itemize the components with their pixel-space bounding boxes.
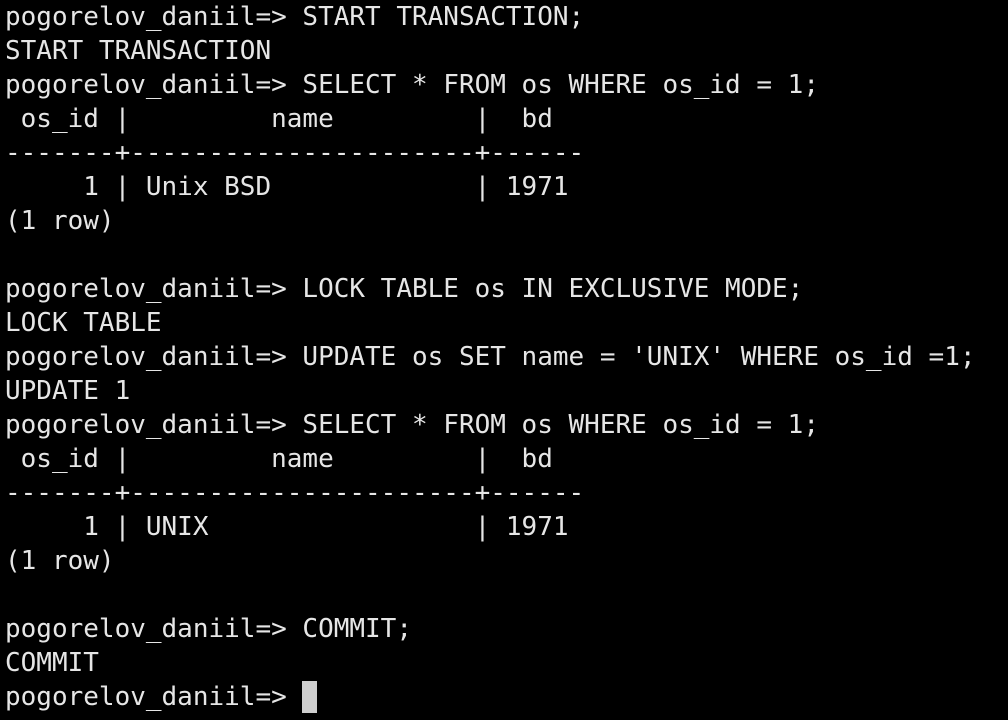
table-row: 1 | Unix BSD | 1971 [5,172,569,202]
row-count: (1 row) [5,546,115,576]
table-header-row: os_id | name | bd [5,444,553,474]
terminal-line: pogorelov_daniil=> LOCK TABLE os IN EXCL… [5,274,804,304]
table-row: 1 | UNIX | 1971 [5,512,569,542]
table-separator: -------+----------------------+------ [5,478,585,508]
table-header-row: os_id | name | bd [5,104,553,134]
terminal-line: pogorelov_daniil=> COMMIT; [5,614,412,644]
table-separator: -------+----------------------+------ [5,138,585,168]
text-cursor [302,681,318,713]
terminal-window[interactable]: pogorelov_daniil=> START TRANSACTION; ST… [0,0,1008,720]
terminal-line: pogorelov_daniil=> START TRANSACTION; [5,2,585,32]
terminal-line: pogorelov_daniil=> SELECT * FROM os WHER… [5,410,819,440]
terminal-line: LOCK TABLE [5,308,162,338]
terminal-line: START TRANSACTION [5,36,272,66]
row-count: (1 row) [5,206,115,236]
terminal-line: pogorelov_daniil=> UPDATE os SET name = … [5,342,976,372]
terminal-line: pogorelov_daniil=> SELECT * FROM os WHER… [5,70,819,100]
terminal-line: COMMIT [5,648,99,678]
prompt-text: pogorelov_daniil=> [5,682,303,712]
terminal-line: UPDATE 1 [5,376,131,406]
active-prompt-line[interactable]: pogorelov_daniil=> [5,680,1008,714]
